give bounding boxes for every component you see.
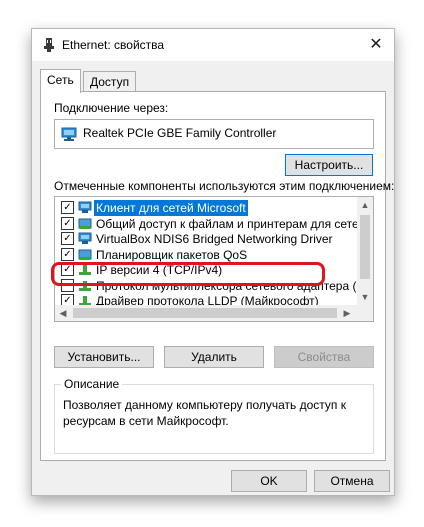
- components-list: ✓ Клиент для сетей Microsoft ✓ Общий доступ…: [54, 196, 374, 322]
- component-item[interactable]: ✓ VirtualBox NDIS6 Bridged Networking Dri…: [55, 231, 355, 247]
- component-checkbox[interactable]: ✓: [61, 247, 74, 261]
- network-client-icon: [78, 232, 92, 244]
- cancel-button[interactable]: Отмена: [314, 470, 390, 492]
- connect-using-label: Подключение через:: [54, 101, 169, 115]
- scroll-up-arrow-icon[interactable]: ▲: [357, 197, 373, 213]
- components-label: Отмеченные компоненты используются этим …: [54, 179, 395, 193]
- component-label: Планировщик пакетов QoS: [96, 247, 248, 262]
- component-item[interactable]: ✓ Клиент для сетей Microsoft: [55, 200, 355, 216]
- component-label: Общий доступ к файлам и принтерам для се…: [96, 216, 374, 231]
- close-button[interactable]: ✕: [358, 29, 394, 61]
- tab-sharing[interactable]: Доступ: [83, 71, 137, 92]
- component-label: Клиент для сетей Microsoft: [94, 200, 248, 216]
- component-item[interactable]: ✓ IP версии 4 (TCP/IPv4): [55, 262, 355, 278]
- description-group: Описание Позволяет данному компьютеру по…: [54, 377, 374, 454]
- network-adapter-icon: [61, 127, 77, 141]
- protocol-icon: [79, 280, 91, 291]
- ok-button[interactable]: OK: [231, 470, 307, 492]
- ethernet-icon: [44, 38, 54, 52]
- component-checkbox[interactable]: ✓: [61, 201, 74, 214]
- properties-button[interactable]: Свойства: [274, 346, 374, 368]
- description-legend: Описание: [61, 377, 123, 391]
- component-checkbox[interactable]: ✓: [61, 216, 74, 230]
- component-checkbox[interactable]: ✓: [61, 263, 74, 276]
- install-button[interactable]: Установить...: [54, 346, 154, 368]
- vertical-scroll-thumb[interactable]: [360, 215, 370, 279]
- component-label: IP версии 4 (TCP/IPv4): [96, 263, 223, 277]
- tab-network[interactable]: Сеть: [40, 69, 81, 93]
- network-client-icon: [78, 201, 92, 213]
- component-item[interactable]: ✓ Планировщик пакетов QoS: [55, 247, 355, 263]
- component-checkbox[interactable]: ✓: [61, 232, 74, 245]
- protocol-icon: [79, 265, 91, 275]
- component-item[interactable]: ✓ Общий доступ к файлам и принтерам для с…: [55, 216, 373, 232]
- component-checkbox[interactable]: [61, 278, 74, 292]
- component-label: Протокол мультиплексора сетевого адаптер…: [96, 278, 374, 293]
- service-icon: [78, 218, 92, 229]
- window-title: Ethernet: свойства: [62, 38, 165, 52]
- scroll-left-arrow-icon[interactable]: ◀: [55, 305, 71, 321]
- horizontal-scroll-thumb[interactable]: [73, 308, 337, 318]
- vertical-scrollbar[interactable]: ▲ ▼: [357, 197, 373, 305]
- adapter-field: Realtek PCIe GBE Family Controller: [54, 119, 374, 149]
- service-icon: [78, 249, 92, 260]
- scroll-right-arrow-icon[interactable]: ▶: [339, 305, 355, 321]
- component-label: VirtualBox NDIS6 Bridged Networking Driv…: [96, 232, 333, 246]
- horizontal-scrollbar[interactable]: ◀ ▶: [55, 305, 373, 321]
- uninstall-button[interactable]: Удалить: [164, 346, 264, 368]
- scroll-down-arrow-icon[interactable]: ▼: [357, 289, 373, 305]
- configure-button[interactable]: Настроить...: [285, 154, 373, 176]
- description-text: Позволяет данному компьютеру получать до…: [63, 398, 346, 428]
- title-bar: Ethernet: свойства ✕: [32, 29, 394, 61]
- adapter-name: Realtek PCIe GBE Family Controller: [83, 126, 277, 140]
- component-item[interactable]: Протокол мультиплексора сетевого адаптер…: [55, 278, 373, 294]
- properties-dialog: Ethernet: свойства ✕ Сеть Доступ Подключ…: [31, 28, 395, 496]
